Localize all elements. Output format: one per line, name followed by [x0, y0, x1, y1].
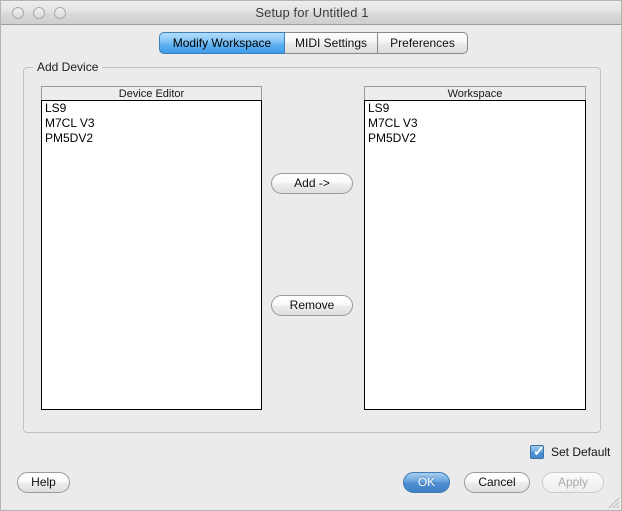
- device-editor-panel: Device Editor LS9 M7CL V3 PM5DV2: [41, 86, 262, 410]
- workspace-list[interactable]: LS9 M7CL V3 PM5DV2: [364, 100, 586, 410]
- device-editor-list[interactable]: LS9 M7CL V3 PM5DV2: [41, 100, 262, 410]
- tab-modify-workspace[interactable]: Modify Workspace: [159, 32, 285, 54]
- workspace-header: Workspace: [364, 86, 586, 101]
- remove-device-button[interactable]: Remove: [271, 295, 353, 316]
- list-item[interactable]: LS9: [365, 101, 585, 116]
- list-item[interactable]: M7CL V3: [42, 116, 261, 131]
- set-default-label: Set Default: [551, 445, 611, 459]
- set-default-checkbox[interactable]: ✓: [530, 443, 545, 459]
- list-item[interactable]: LS9: [42, 101, 261, 116]
- tab-midi-settings[interactable]: MIDI Settings: [284, 32, 378, 54]
- apply-button: Apply: [542, 472, 604, 493]
- resize-grip-icon[interactable]: [606, 495, 620, 509]
- help-button[interactable]: Help: [17, 472, 70, 493]
- tab-preferences[interactable]: Preferences: [377, 32, 468, 54]
- add-device-button[interactable]: Add ->: [271, 173, 353, 194]
- list-item[interactable]: PM5DV2: [42, 131, 261, 146]
- title-bar: Setup for Untitled 1: [1, 1, 621, 25]
- setup-dialog-window: Setup for Untitled 1 Modify Workspace MI…: [0, 0, 622, 511]
- cancel-button[interactable]: Cancel: [464, 472, 530, 493]
- list-item[interactable]: M7CL V3: [365, 116, 585, 131]
- ok-button[interactable]: OK: [403, 472, 450, 493]
- list-item[interactable]: PM5DV2: [365, 131, 585, 146]
- add-device-group-label: Add Device: [33, 60, 103, 74]
- window-title: Setup for Untitled 1: [255, 5, 369, 20]
- set-default-checkbox-row[interactable]: ✓ Set Default: [530, 444, 610, 460]
- tab-bar: Modify Workspace MIDI Settings Preferenc…: [1, 32, 621, 55]
- checkmark-icon: ✓: [533, 443, 545, 459]
- device-editor-header: Device Editor: [41, 86, 262, 101]
- workspace-panel: Workspace LS9 M7CL V3 PM5DV2: [364, 86, 586, 410]
